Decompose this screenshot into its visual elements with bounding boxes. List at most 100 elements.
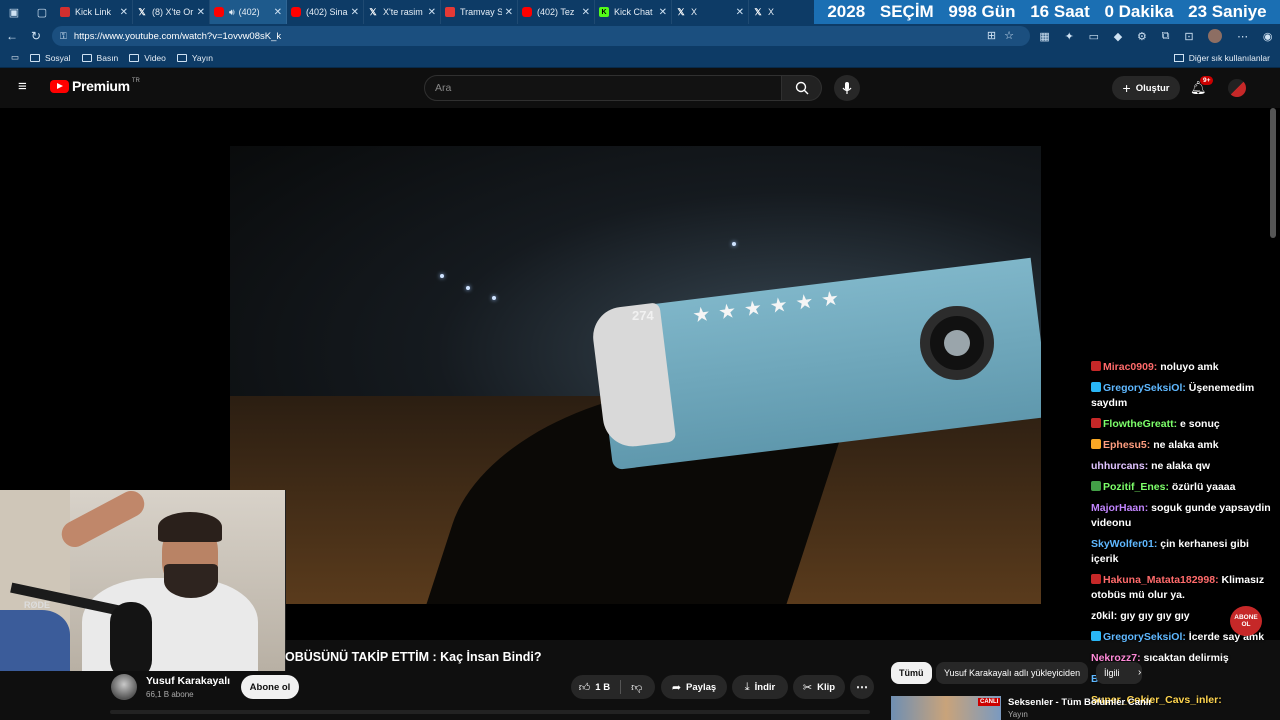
countdown-seconds: 23 Saniye [1188,2,1267,21]
countdown-hours: 16 Saat [1030,2,1090,21]
notifications-bell-icon[interactable]: 🔔︎ 9+ [1190,76,1214,98]
video-frame[interactable]: 274 ★★★★★★ [230,146,1041,604]
browser-profile-avatar[interactable] [1208,29,1223,43]
tab-close-icon[interactable]: ✕ [428,7,436,18]
browser-tab[interactable]: 🔊︎ (402) ✕ [210,0,287,24]
tab-close-icon[interactable]: ✕ [120,7,128,18]
tab-close-icon[interactable]: ✕ [274,7,282,18]
chat-message: GregorySeksiOl: Üşenemedim saydım [1088,381,1280,411]
youtube-logo[interactable]: Premium TR [50,78,140,94]
bookmark-folder[interactable]: Video [129,53,166,63]
browser-tab[interactable]: K Kick Chat ✕ [595,0,672,24]
browser-tab-title: X [768,7,775,17]
chat-username: GregorySeksiOl [1103,631,1183,643]
chip-all[interactable]: Tümü [891,662,932,684]
other-favorites[interactable]: Diğer sık kullanılanlar [1173,53,1270,63]
address-bar-actions[interactable]: ⊞☆ [987,29,1022,42]
like-icon[interactable]: 👍︎ [579,681,591,694]
browser-tab[interactable]: (402) Sinan✕ [287,0,364,24]
recommended-title[interactable]: Seksenler - Tüm Bölümler Canlı [1008,697,1151,708]
chat-text: e sonuç [1180,418,1220,430]
collections-icon[interactable]: ⊡ [1184,30,1193,43]
extension-icon[interactable]: ▦ [1039,30,1049,43]
bookmark-folder[interactable]: Sosyal [30,53,71,63]
browser-tab-title: (402) [238,7,260,17]
browser-tab[interactable]: Kick Link ✕ [56,0,133,24]
webcam-person-arm [57,490,149,552]
dislike-icon[interactable]: 👎︎ [631,681,642,694]
tab-close-icon[interactable]: ✕ [736,7,744,18]
copilot-icon[interactable]: ◉ [1263,30,1273,43]
chat-separator: : [1215,574,1222,586]
browser-tab[interactable]: 𝕏 (8) X'te Or ✕ [133,0,210,24]
browser-tab[interactable]: 𝕏 X'te rasim ✕ [364,0,441,24]
countdown-days: 998 Gün [948,2,1016,21]
reload-icon[interactable]: ↻ [24,24,48,48]
workspaces-icon[interactable]: ▣ [0,0,28,24]
chat-separator: : [1182,631,1189,643]
chat-message: Hakuna_Matata182998: Klimasız otobüs mü … [1088,573,1280,603]
search-input[interactable] [435,82,781,94]
url-text: https://www.youtube.com/watch?v=1ovvw08s… [73,30,282,42]
folder-icon [81,53,92,62]
tab-close-icon[interactable]: ✕ [197,7,205,18]
back-arrow-icon[interactable]: ← [0,24,24,48]
bookmark-folder[interactable]: Yayın [176,53,213,63]
extension-icon[interactable]: ✦ [1065,30,1074,43]
tab-actions-icon[interactable]: ▢ [28,0,56,24]
chat-separator: : [1218,694,1222,706]
search-button[interactable] [782,75,822,101]
tab-close-icon[interactable]: ✕ [659,7,667,18]
menu-icon[interactable]: ≡ [18,79,34,94]
search-box[interactable] [424,75,782,101]
browser-menu-icon[interactable]: ⋯ [1237,30,1248,43]
more-actions-button[interactable]: ⋯ [850,675,874,699]
kick-link-favicon-icon [60,7,70,17]
chip-related[interactable]: İlgili [1096,662,1142,684]
chat-username: Mirac0909 [1103,361,1154,373]
extension-icon[interactable]: ▭ [1089,30,1099,43]
countdown-minutes: 0 Dakika [1104,2,1174,21]
like-separator [620,680,622,694]
street-light [492,296,496,300]
chat-message: SkyWolfer01: çin kerhanesi gibi içerik [1088,537,1280,567]
youtube-header: ≡ Premium TR + Oluştur 🔔︎ 9+ [0,68,1280,108]
street-light [732,242,736,246]
reading-list-icon[interactable]: ▭ [11,52,19,63]
page-scrollbar[interactable] [1270,108,1276,238]
countdown-label: SEÇİM [879,2,934,21]
download-button[interactable]: ⤓ İndir [732,675,788,699]
tab-audio-icon[interactable]: 🔊︎ [229,7,235,18]
chat-message: Ephesu5: ne alaka amk [1088,438,1280,453]
channel-avatar[interactable] [111,674,137,700]
browser-tab[interactable]: (402) Tez ✕ [518,0,595,24]
account-avatar[interactable] [1228,79,1246,97]
chat-text: ne alaka qw [1151,460,1211,472]
bookmark-folder[interactable]: Basın [81,53,118,63]
chevron-right-icon[interactable]: › [1138,667,1141,678]
chip-from-uploader[interactable]: Yusuf Karakayalı adlı yükleyiciden [936,662,1089,684]
chat-username: z0kil [1091,610,1114,622]
extensions-puzzle-icon[interactable]: ⚙ [1137,30,1147,43]
clip-button[interactable]: ✂ Klip [793,675,845,699]
subscribe-button[interactable]: Abone ol [241,675,299,699]
share-button[interactable]: ➦ Paylaş [661,675,727,699]
voice-search-button[interactable] [834,75,860,101]
tab-close-icon[interactable]: ✕ [505,7,513,18]
folder-icon [129,53,140,62]
tab-close-icon[interactable]: ✕ [582,7,590,18]
url-field[interactable]: ⚿ https://www.youtube.com/watch?v=1ovvw0… [52,26,1030,46]
tab-close-icon[interactable]: ✕ [351,7,359,18]
browser-tab[interactable]: 𝕏X ✕ [672,0,749,24]
site-info-icon[interactable]: ⚿ [60,31,67,42]
browser-tab[interactable]: Tramvay S ✕ [441,0,518,24]
chat-badge-icon [1091,439,1101,449]
channel-name[interactable]: Yusuf Karakayalı [146,675,230,687]
create-button[interactable]: + Oluştur [1112,76,1180,100]
chat-message: uhhurcans: ne alaka qw [1088,459,1280,474]
chat-message: FlowtheGreatt: e sonuç [1088,417,1280,432]
like-count[interactable]: 1 B [595,682,610,693]
split-screen-icon[interactable]: ⧉ [1162,30,1170,43]
like-dislike-group: 👍︎ 1 B 👎︎ [571,675,655,699]
extension-icon[interactable]: ◆ [1114,30,1122,43]
